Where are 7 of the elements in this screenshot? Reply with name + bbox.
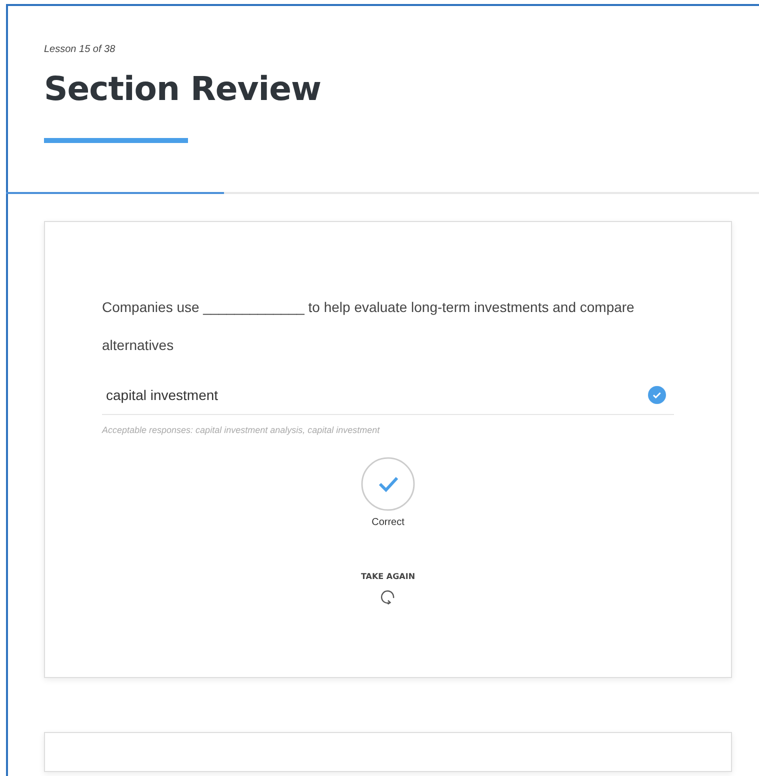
take-again-button[interactable]: TAKE AGAIN	[356, 570, 420, 583]
lesson-counter: Lesson 15 of 38	[44, 44, 116, 55]
result-label: Correct	[372, 517, 404, 528]
lesson-title: Section Review	[44, 69, 322, 108]
answer-field[interactable]: capital investment	[102, 366, 674, 415]
question-text: Companies use _____________ to help evaluate long-term investments and compare alternatives	[102, 298, 636, 355]
acceptable-responses: Acceptable responses: capital investment analysis, capital investment	[102, 425, 381, 435]
